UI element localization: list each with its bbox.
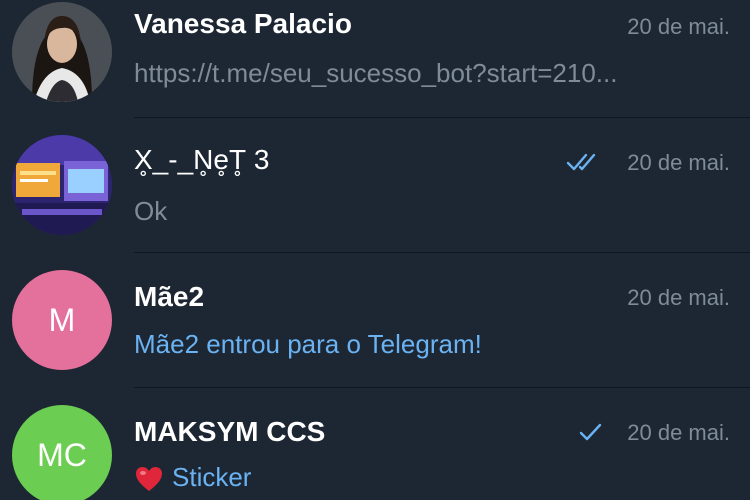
chat-date: 20 de mai.	[627, 420, 730, 445]
avatar: MC	[12, 405, 112, 500]
chat-name: MAKSYM CCS	[134, 416, 326, 447]
chat-preview: Sticker	[172, 462, 252, 492]
chat-list: Vanessa Palacio 20 de mai. https://t.me/…	[0, 0, 750, 500]
chat-date: 20 de mai.	[627, 285, 730, 310]
chat-preview: https://t.me/seu_sucesso_bot?start=210..…	[134, 58, 618, 88]
chat-item-maksym-ccs[interactable]: MC MAKSYM CCS 20 de mai. Sticker	[0, 388, 750, 500]
chat-name: X̥_-_N̥e̥T̥ 3	[134, 144, 270, 175]
chat-item-mae2[interactable]: M Mãe2 20 de mai. Mãe2 entrou para o Tel…	[0, 253, 750, 388]
avatar: M	[12, 270, 112, 370]
chat-name: Mãe2	[134, 281, 205, 312]
avatar	[12, 2, 112, 102]
chat-item-net3[interactable]: X̥_-_N̥e̥T̥ 3 20 de mai. Ok	[0, 118, 750, 253]
avatar-initials: M	[48, 301, 76, 338]
heart-icon	[136, 467, 162, 492]
chat-item-vanessa-palacio[interactable]: Vanessa Palacio 20 de mai. https://t.me/…	[0, 0, 750, 135]
single-check-icon	[579, 423, 602, 441]
chat-preview: Ok	[134, 196, 168, 226]
chat-date: 20 de mai.	[627, 14, 730, 39]
avatar-initials: MC	[37, 436, 87, 473]
group-photo	[12, 135, 112, 235]
chat-date: 20 de mai.	[627, 150, 730, 175]
chat-preview: Mãe2 entrou para o Telegram!	[134, 329, 482, 359]
profile-photo	[12, 2, 112, 102]
chat-preview-row: Sticker	[134, 462, 251, 493]
chat-name: Vanessa Palacio	[134, 8, 352, 39]
avatar	[12, 135, 112, 235]
double-check-icon	[566, 153, 596, 171]
